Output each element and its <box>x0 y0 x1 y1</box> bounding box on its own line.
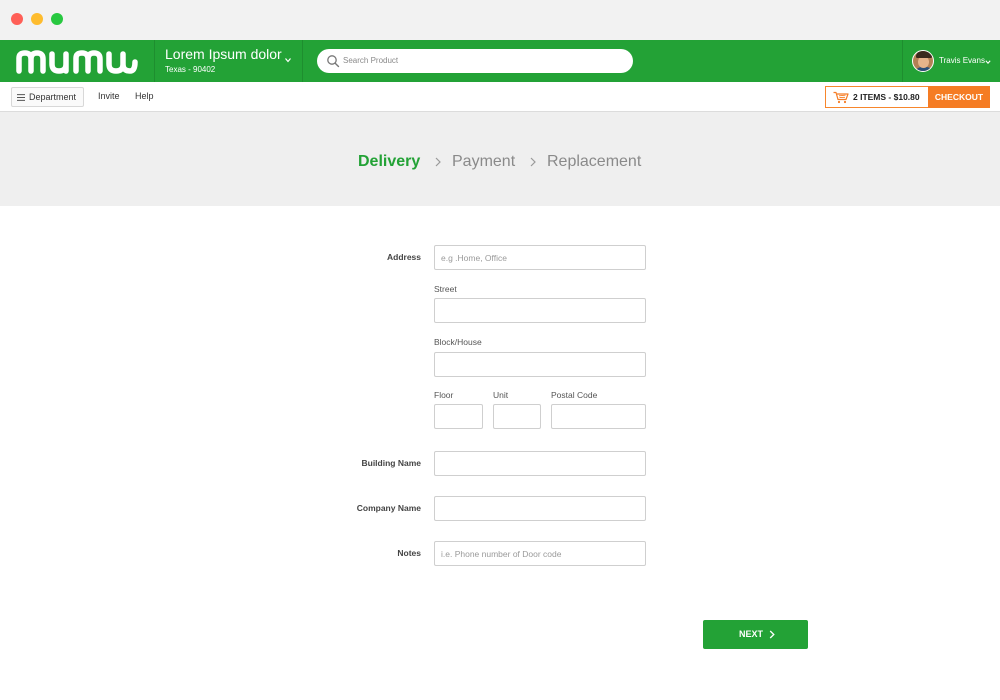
chevron-right-icon <box>769 630 775 639</box>
user-name: Travis Evans <box>939 56 985 65</box>
notes-input[interactable]: i.e. Phone number of Door code <box>434 541 646 566</box>
address-input[interactable]: e.g .Home, Office <box>434 245 646 270</box>
sub-navigation: Department Invite Help 2 ITEMS - $10.80 … <box>0 82 1000 112</box>
help-link[interactable]: Help <box>135 91 154 102</box>
notes-label: Notes <box>397 548 421 558</box>
search-icon <box>327 55 340 68</box>
location-selector[interactable]: Lorem Ipsum dolor Texas - 90402 <box>165 46 282 75</box>
notes-placeholder: i.e. Phone number of Door code <box>441 549 562 559</box>
unit-label: Unit <box>493 390 509 400</box>
window-titlebar <box>0 0 1000 40</box>
department-button[interactable]: Department <box>11 87 84 107</box>
address-placeholder: e.g .Home, Office <box>441 253 507 263</box>
step-replacement[interactable]: Replacement <box>547 152 641 172</box>
chevron-down-icon[interactable] <box>984 58 992 66</box>
chevron-down-icon[interactable] <box>283 55 293 65</box>
unit-input[interactable] <box>493 404 541 429</box>
building-name-label: Building Name <box>361 458 421 468</box>
postal-code-label: Postal Code <box>551 390 598 400</box>
cart-summary[interactable]: 2 ITEMS - $10.80 <box>825 86 929 108</box>
street-label: Street <box>434 284 457 294</box>
company-name-label: Company Name <box>356 503 421 513</box>
cart-total: 2 ITEMS - $10.80 <box>853 92 920 102</box>
postal-code-input[interactable] <box>551 404 646 429</box>
avatar <box>912 50 934 72</box>
header-divider <box>302 40 303 82</box>
invite-link[interactable]: Invite <box>98 91 120 102</box>
menu-icon <box>17 94 25 101</box>
floor-label: Floor <box>434 390 454 400</box>
company-name-input[interactable] <box>434 496 646 521</box>
location-zip: Texas - 90402 <box>165 65 216 74</box>
search-placeholder: Search Product <box>343 56 399 65</box>
mumu-logo[interactable]: mumu <box>14 44 140 78</box>
search-input[interactable]: Search Product <box>317 49 633 73</box>
close-window-icon[interactable] <box>11 13 23 25</box>
next-button[interactable]: NEXT <box>703 620 808 649</box>
address-label: Address <box>386 252 421 262</box>
maximize-window-icon[interactable] <box>51 13 63 25</box>
chevron-right-icon <box>435 157 441 167</box>
block-house-input[interactable] <box>434 352 646 377</box>
top-header: mumu Lorem Ipsum dolor Texas - 90402 Sea… <box>0 40 1000 82</box>
department-label: Department <box>29 92 77 102</box>
chevron-right-icon <box>530 157 536 167</box>
location-name: Lorem Ipsum dolor <box>165 46 282 62</box>
building-name-input[interactable] <box>434 451 646 476</box>
minimize-window-icon[interactable] <box>31 13 43 25</box>
step-delivery[interactable]: Delivery <box>358 152 420 172</box>
header-divider <box>154 40 155 82</box>
street-input[interactable] <box>434 298 646 323</box>
checkout-steps: Delivery Payment Replacement <box>0 112 1000 206</box>
cart-icon <box>833 91 849 104</box>
next-label: NEXT <box>739 629 764 639</box>
step-payment[interactable]: Payment <box>452 152 515 172</box>
floor-input[interactable] <box>434 404 483 429</box>
block-house-label: Block/House <box>434 337 482 347</box>
header-divider <box>902 40 903 82</box>
checkout-button[interactable]: CHECKOUT <box>928 86 990 108</box>
